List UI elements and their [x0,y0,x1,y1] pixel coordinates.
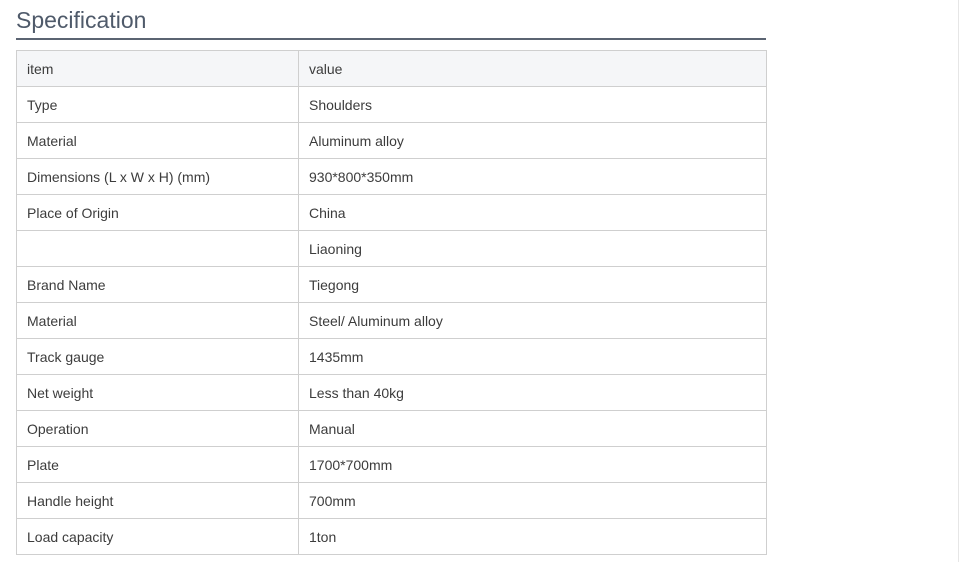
row-value: Liaoning [298,230,767,267]
row-item: Load capacity [16,518,299,555]
table-row: Plate 1700*700mm [16,446,767,483]
section-title: Specification [16,7,147,33]
row-value: 1435mm [298,338,767,375]
row-value: China [298,194,767,231]
page-edge-divider [958,0,959,562]
row-value: 1700*700mm [298,446,767,483]
table-row: Operation Manual [16,410,767,447]
table-row: Net weight Less than 40kg [16,374,767,411]
row-item: Type [16,86,299,123]
header-value: value [298,50,767,87]
row-value: Tiegong [298,266,767,303]
row-item: Dimensions (L x W x H) (mm) [16,158,299,195]
header-item: item [16,50,299,87]
row-item: Handle height [16,482,299,519]
row-item: Plate [16,446,299,483]
row-item [16,230,299,267]
row-item: Place of Origin [16,194,299,231]
row-value: 700mm [298,482,767,519]
specification-table: item value Type Shoulders Material Alumi… [16,50,767,555]
table-row: Load capacity 1ton [16,518,767,555]
title-underline [16,38,766,40]
table-row: Material Aluminum alloy [16,122,767,159]
row-value: 930*800*350mm [298,158,767,195]
row-value: Aluminum alloy [298,122,767,159]
specification-section: Specification item value Type Shoulders … [16,0,767,555]
table-row: Handle height 700mm [16,482,767,519]
row-item: Material [16,122,299,159]
row-value: Shoulders [298,86,767,123]
table-row: Type Shoulders [16,86,767,123]
row-value: 1ton [298,518,767,555]
table-row: Material Steel/ Aluminum alloy [16,302,767,339]
table-row: Brand Name Tiegong [16,266,767,303]
row-item: Brand Name [16,266,299,303]
row-item: Operation [16,410,299,447]
row-value: Manual [298,410,767,447]
row-item: Track gauge [16,338,299,375]
row-value: Less than 40kg [298,374,767,411]
table-header-row: item value [16,50,767,87]
table-row: Liaoning [16,230,767,267]
row-item: Material [16,302,299,339]
table-row: Dimensions (L x W x H) (mm) 930*800*350m… [16,158,767,195]
table-row: Place of Origin China [16,194,767,231]
row-value: Steel/ Aluminum alloy [298,302,767,339]
row-item: Net weight [16,374,299,411]
table-row: Track gauge 1435mm [16,338,767,375]
